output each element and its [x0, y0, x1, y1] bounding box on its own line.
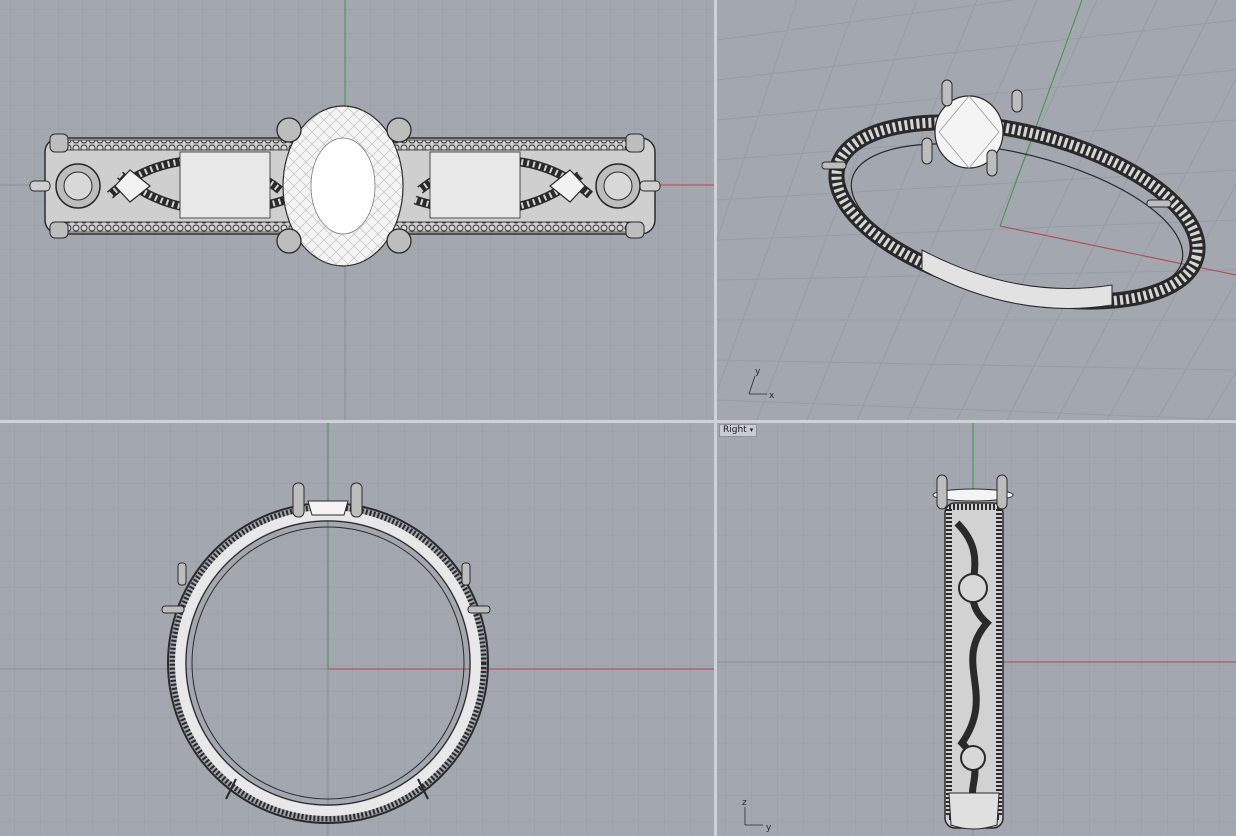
axis-label-y: y — [755, 367, 761, 377]
rhino-four-viewport-layout: x y y z Right ▾ — [0, 0, 1236, 836]
ring-right-view — [932, 474, 1014, 830]
axis-label-z: z — [742, 798, 747, 808]
y-axis-line — [999, 0, 1083, 227]
ring-perspective-view — [821, 79, 1206, 310]
axis-label-x: x — [769, 391, 775, 401]
viewport-top[interactable] — [0, 0, 714, 420]
viewport-right-canvas[interactable]: y z — [717, 423, 1236, 836]
chevron-down-icon[interactable]: ▾ — [750, 426, 754, 434]
viewport-front-canvas[interactable] — [0, 423, 714, 836]
viewport-title-label: Right — [723, 425, 747, 435]
viewport-title-right[interactable]: Right ▾ — [719, 424, 758, 437]
viewport-right[interactable]: y z Right ▾ — [717, 423, 1236, 836]
viewport-perspective[interactable]: x y — [717, 0, 1236, 420]
axis-label-y: y — [766, 823, 772, 833]
viewport-perspective-canvas[interactable]: x y — [717, 0, 1236, 420]
viewport-top-canvas[interactable] — [0, 0, 714, 420]
viewport-front[interactable] — [0, 423, 714, 836]
